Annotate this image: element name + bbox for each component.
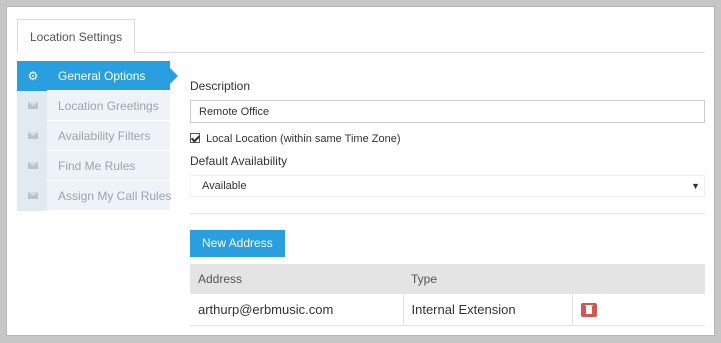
address-table: Address Type arthurp@erbmusic.com Intern…	[190, 264, 705, 326]
general-options-form: Description Local Location (within same …	[190, 77, 705, 326]
sidebar-item-label: Find Me Rules	[58, 159, 136, 173]
sidebar-item-general-options[interactable]: ⚙ General Options	[17, 61, 178, 91]
address-cell: arthurp@erbmusic.com	[190, 294, 403, 326]
local-location-checkbox[interactable]	[190, 133, 200, 143]
table-header-row: Address Type	[190, 264, 705, 294]
sidebar-item-find-me-rules[interactable]: Find Me Rules	[17, 151, 170, 181]
divider	[190, 213, 705, 214]
sidebar-item-label: Location Greetings	[58, 99, 159, 113]
description-input[interactable]	[190, 100, 705, 123]
caret-down-icon: ▼	[691, 181, 700, 191]
envelope-icon	[28, 192, 38, 199]
column-header-address: Address	[190, 264, 403, 294]
envelope-icon	[28, 162, 38, 169]
sidebar-item-label: Assign My Call Rules	[58, 189, 172, 203]
column-header-type: Type	[403, 264, 572, 294]
local-location-row[interactable]: Local Location (within same Time Zone)	[190, 129, 705, 149]
actions-cell	[571, 294, 705, 326]
tab-location-settings[interactable]: Location Settings	[17, 19, 136, 54]
sidebar-item-assign-my-call-rules[interactable]: Assign My Call Rules	[17, 181, 172, 211]
sidebar-item-availability-filters[interactable]: Availability Filters	[17, 121, 170, 151]
sidebar-item-label: Availability Filters	[58, 129, 151, 143]
sidebar-item-label: General Options	[58, 69, 146, 83]
trash-icon[interactable]	[580, 303, 597, 318]
default-availability-value: Available	[202, 180, 247, 192]
envelope-icon	[28, 102, 38, 109]
column-header-actions	[572, 264, 705, 294]
tab-bar: Location Settings	[17, 19, 705, 54]
sidebar: ⚙ General Options Location Greetings Ava…	[17, 61, 178, 211]
new-address-button[interactable]: New Address	[190, 230, 285, 257]
description-label: Description	[190, 79, 251, 93]
default-availability-select[interactable]: Available ▼	[190, 175, 705, 197]
gear-icon: ⚙	[27, 69, 39, 83]
table-row: arthurp@erbmusic.com Internal Extension	[190, 294, 705, 326]
default-availability-label: Default Availability	[190, 154, 288, 168]
envelope-icon	[28, 132, 38, 139]
sidebar-item-location-greetings[interactable]: Location Greetings	[17, 91, 170, 121]
type-cell: Internal Extension	[402, 294, 572, 326]
local-location-label: Local Location (within same Time Zone)	[206, 133, 401, 145]
settings-panel: Location Settings ⚙ General Options Loca…	[6, 6, 715, 336]
